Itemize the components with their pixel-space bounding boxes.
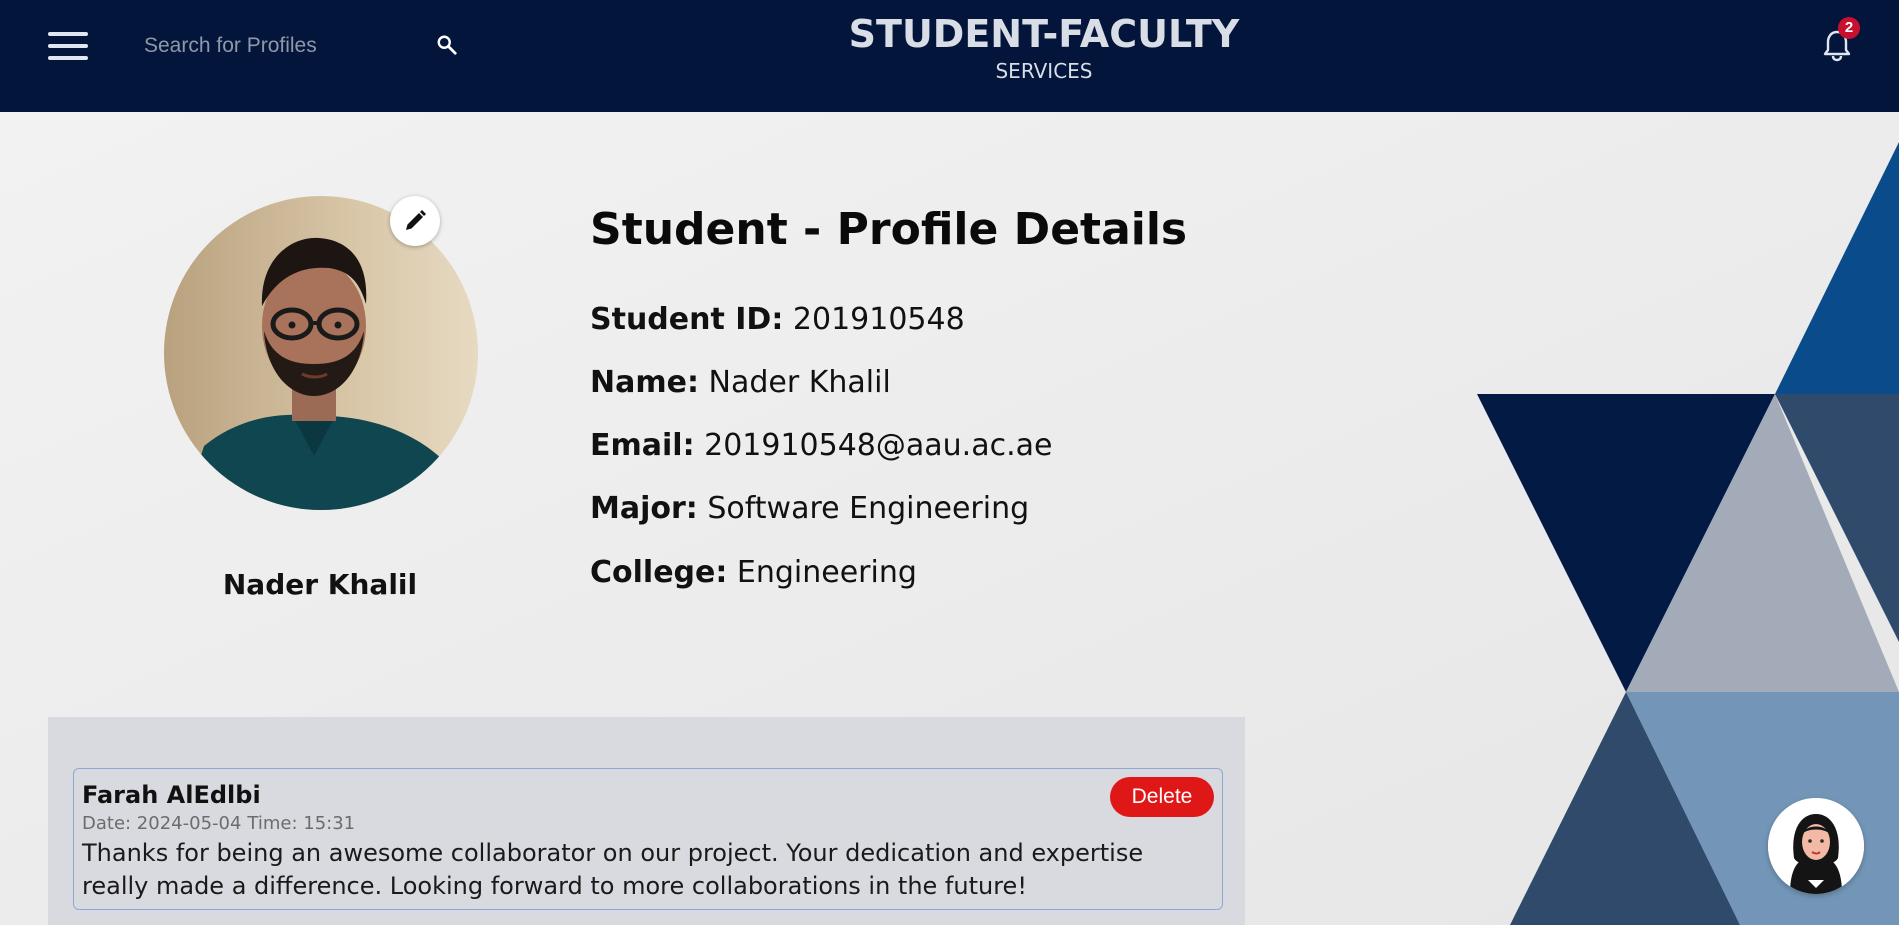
notification-badge: 2 [1838, 17, 1860, 39]
comment-time: Time: 15:31 [247, 813, 356, 834]
detail-college: College: Engineering [590, 555, 917, 590]
comment-text: Thanks for being an awesome collaborator… [82, 839, 1144, 900]
delete-comment-button[interactable]: Delete [1110, 777, 1214, 817]
detail-label: Name: [590, 365, 699, 400]
comment-date: Date: 2024-05-04 [82, 813, 242, 834]
brand-logo[interactable]: STUDENT-FACULTY SERVICES [744, 12, 1344, 84]
detail-label: Email: [590, 428, 695, 463]
edit-photo-button[interactable] [390, 196, 440, 246]
detail-value: Engineering [736, 555, 917, 590]
search-icon[interactable] [436, 34, 458, 56]
detail-value: Software Engineering [707, 491, 1030, 526]
assistant-avatar-icon [1768, 798, 1864, 894]
detail-value: Nader Khalil [708, 365, 891, 400]
detail-name: Name: Nader Khalil [590, 365, 891, 400]
comment-author: Farah AlEdlbi [82, 781, 261, 809]
pencil-icon [406, 210, 426, 230]
detail-value: 201910548@aau.ac.ae [704, 428, 1053, 463]
comment-meta: Date: 2024-05-04 Time: 15:31 [82, 813, 361, 834]
profile-display-name: Nader Khalil [222, 568, 418, 601]
chat-assistant-button[interactable] [1768, 798, 1864, 894]
detail-email: Email: 201910548@aau.ac.ae [590, 428, 1052, 463]
brand-subtitle: SERVICES [995, 59, 1093, 83]
brand-title: STUDENT-FACULTY [848, 12, 1240, 56]
detail-label: Major: [590, 491, 698, 526]
search-input[interactable] [130, 26, 430, 66]
detail-student-id: Student ID: 201910548 [590, 302, 965, 337]
detail-label: College: [590, 555, 728, 590]
page-title: Student - Profile Details [590, 204, 1188, 255]
detail-value: 201910548 [792, 302, 965, 337]
menu-icon[interactable] [48, 32, 88, 60]
detail-major: Major: Software Engineering [590, 491, 1029, 526]
top-navigation-bar: STUDENT-FACULTY SERVICES 2 [0, 0, 1899, 112]
profile-photo [164, 196, 478, 510]
detail-label: Student ID: [590, 302, 784, 337]
comment-card: Farah AlEdlbi Date: 2024-05-04 Time: 15:3… [73, 768, 1223, 910]
